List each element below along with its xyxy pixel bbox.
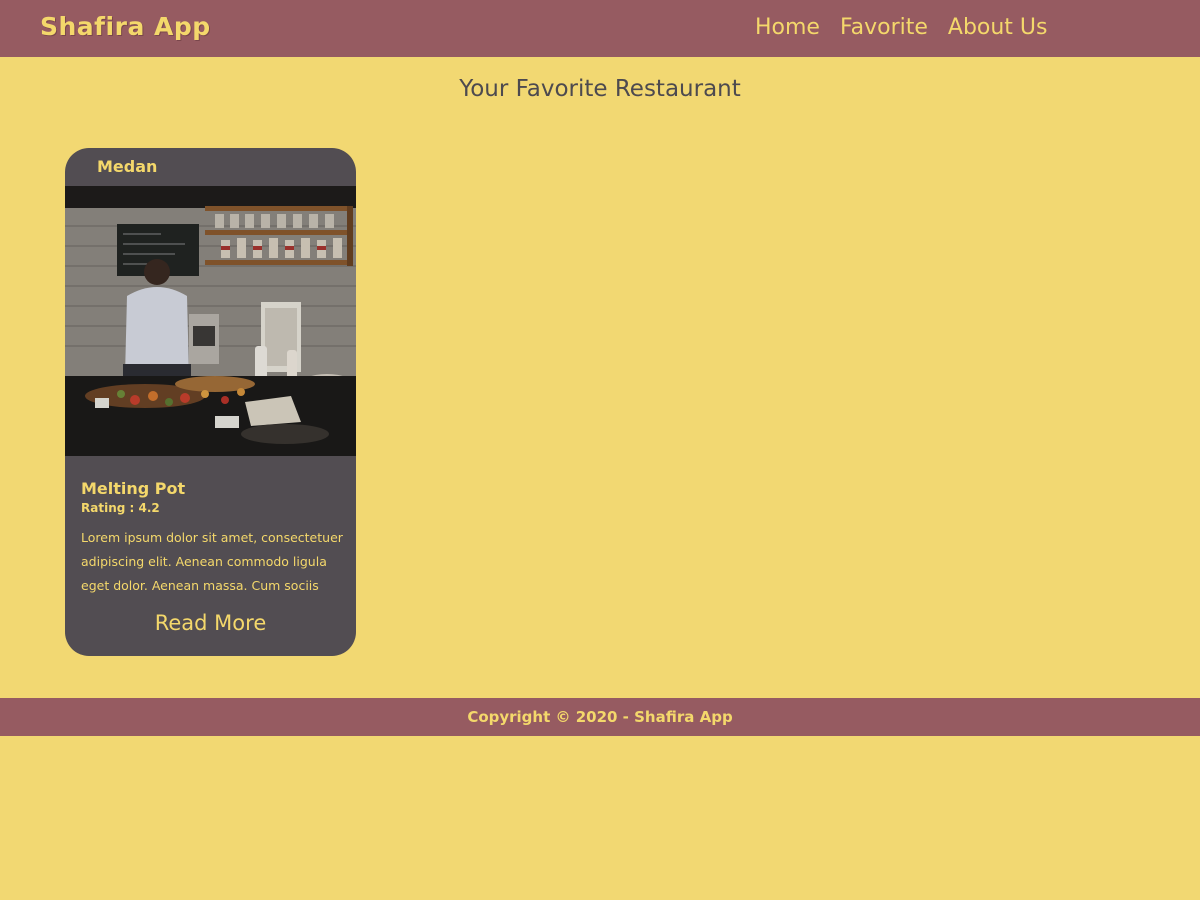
restaurant-image	[65, 186, 356, 456]
page-footer: Copyright © 2020 - Shafira App	[0, 698, 1200, 736]
main-nav: Home Favorite About Us	[755, 15, 1048, 40]
restaurant-rating: Rating : 4.2	[81, 501, 160, 515]
copyright-text: Copyright © 2020 - Shafira App	[467, 708, 733, 726]
nav-favorite-link[interactable]: Favorite	[840, 15, 928, 40]
nav-about-link[interactable]: About Us	[948, 15, 1048, 40]
restaurant-description: Lorem ipsum dolor sit amet, consectetuer…	[81, 530, 343, 593]
read-more-link[interactable]: Read More	[65, 611, 356, 635]
restaurant-card: Medan Melting Pot Rating: 4.2 Lorem ips…	[65, 148, 356, 656]
app-bar: Shafira App Home Favorite About Us	[0, 0, 1200, 57]
restaurant-city: Medan	[97, 157, 158, 176]
page-title: Your Favorite Restaurant	[459, 76, 741, 102]
nav-home-link[interactable]: Home	[755, 15, 820, 40]
app-logo[interactable]: Shafira App	[40, 12, 211, 41]
restaurant-name[interactable]: Melting Pot	[81, 479, 185, 498]
